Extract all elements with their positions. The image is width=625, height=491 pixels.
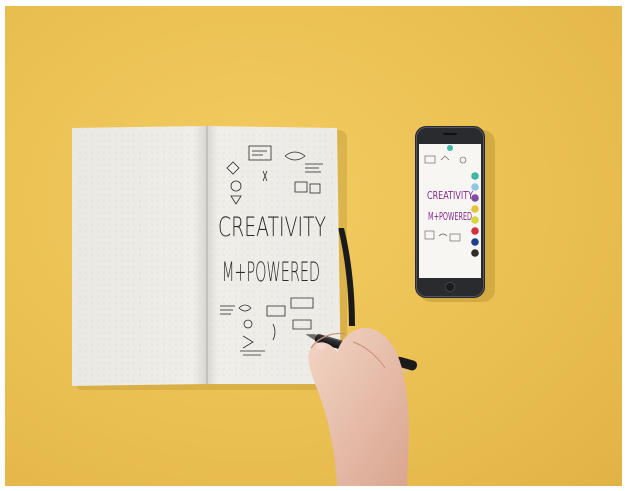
palette-swatch xyxy=(471,216,479,224)
notebook-headline-line1: CREATIVITY xyxy=(218,212,326,243)
phone-screen-line2: M+POWERED xyxy=(428,210,472,223)
notebook-left-page xyxy=(72,126,207,386)
palette-swatch xyxy=(471,183,479,191)
photo-illustration: CREATIVITY M+POWERED CREATIVITY M+POWERE… xyxy=(72,126,495,486)
palette-swatch xyxy=(471,205,479,213)
palette-swatch xyxy=(471,194,479,202)
phone-screen-line1: CREATIVITY xyxy=(427,189,473,202)
palette-swatch xyxy=(471,249,479,257)
palette-swatch xyxy=(471,238,479,246)
phone-app-icon xyxy=(447,145,453,151)
photo-scene: CREATIVITY M+POWERED CREATIVITY M+POWERE… xyxy=(5,6,622,486)
palette-swatch xyxy=(471,172,479,180)
thumbnail xyxy=(316,342,326,350)
notebook-headline-line2: M+POWERED xyxy=(222,257,320,288)
phone-speaker xyxy=(443,133,457,135)
writing-hand xyxy=(308,328,409,486)
phone-home-button xyxy=(445,282,455,292)
palette-swatch xyxy=(471,227,479,235)
